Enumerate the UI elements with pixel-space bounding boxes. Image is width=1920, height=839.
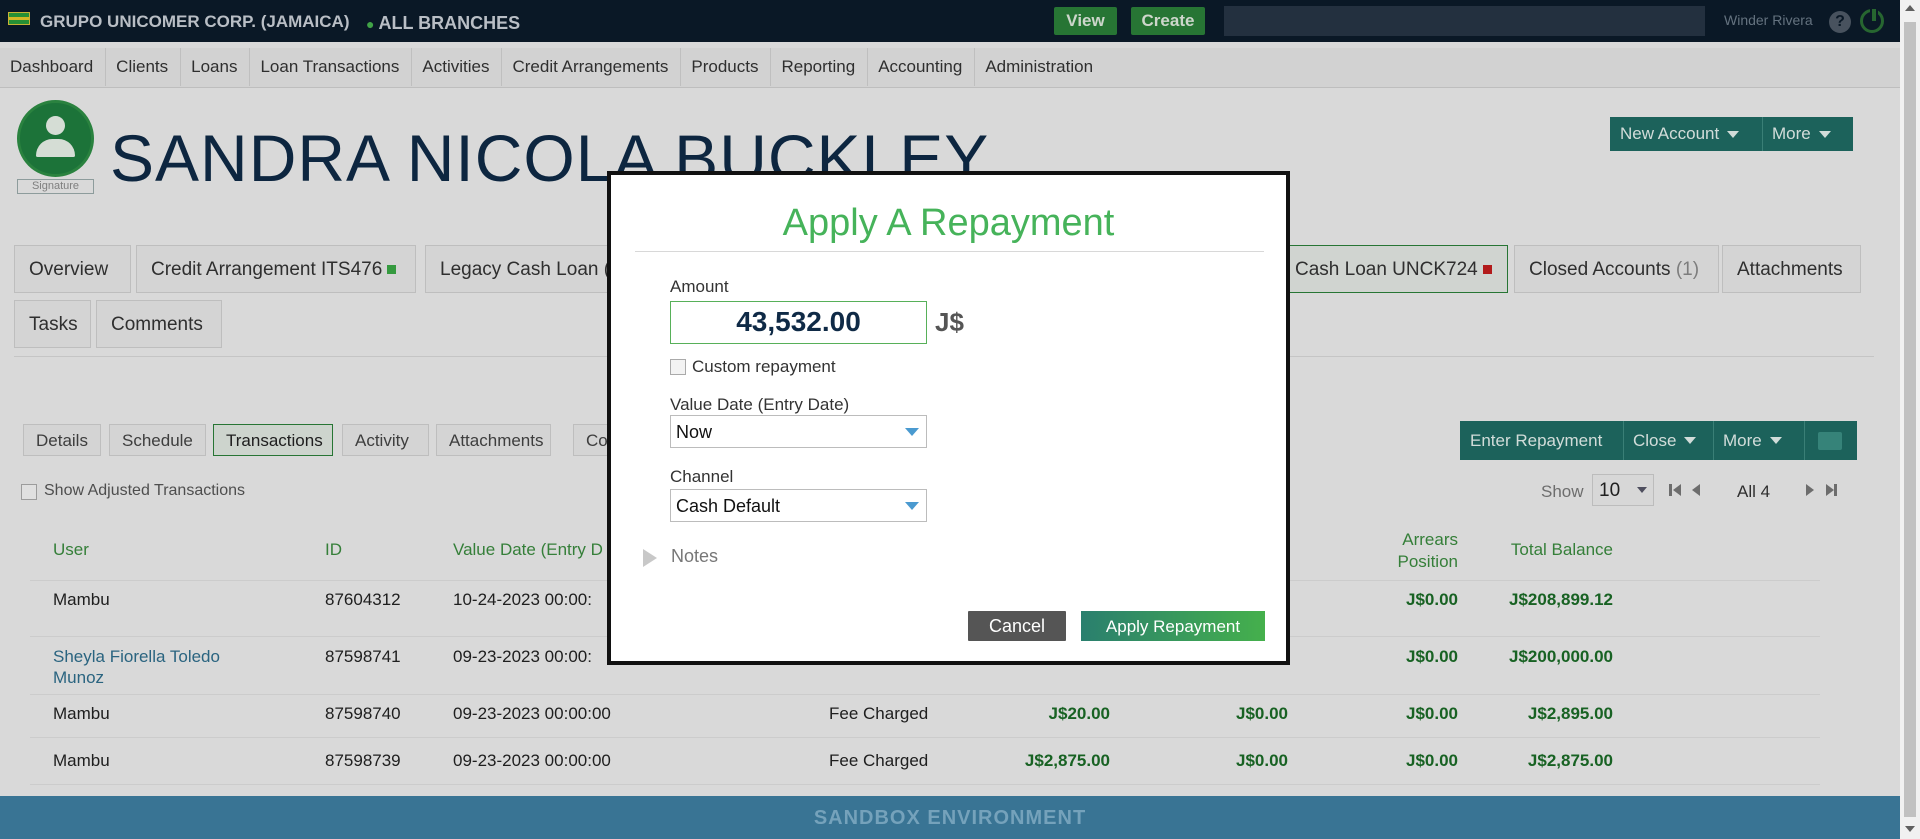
custom-repayment-label[interactable]: Custom repayment	[692, 357, 836, 377]
value-date-label: Value Date (Entry Date)	[670, 395, 850, 414]
scrollbar-thumb[interactable]	[1904, 22, 1916, 817]
amount-label: Amount	[670, 277, 729, 296]
expand-notes-icon[interactable]	[643, 549, 657, 567]
amount-input[interactable]: 43,532.00	[670, 301, 927, 344]
scroll-down-icon[interactable]	[1905, 826, 1915, 832]
apply-repayment-button[interactable]: Apply Repayment	[1081, 611, 1265, 641]
notes-toggle[interactable]: Notes	[671, 546, 718, 567]
custom-repayment-checkbox[interactable]	[670, 359, 686, 375]
scroll-up-icon[interactable]	[1905, 5, 1915, 11]
channel-select[interactable]: Cash Default	[670, 489, 927, 522]
value-date-select[interactable]: Now	[670, 415, 927, 448]
dialog-divider	[635, 251, 1264, 252]
channel-label: Channel	[670, 467, 734, 486]
currency-label: J$	[935, 307, 964, 337]
apply-repayment-dialog: Apply A Repayment Amount 43,532.00 J$ Cu…	[607, 171, 1290, 665]
dialog-title: Apply A Repayment	[782, 202, 1115, 244]
cancel-button[interactable]: Cancel	[968, 611, 1066, 641]
